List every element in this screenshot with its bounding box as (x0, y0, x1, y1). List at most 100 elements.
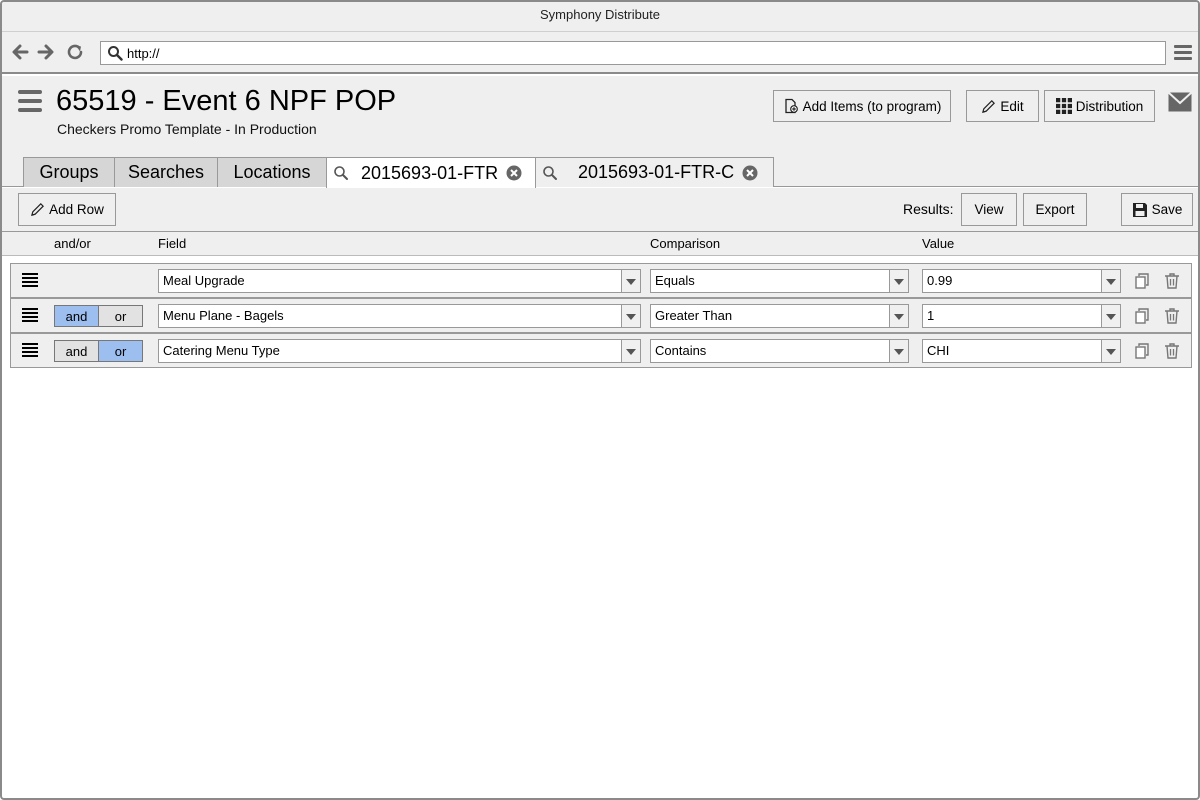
close-icon[interactable] (742, 165, 758, 181)
mail-icon[interactable] (1168, 92, 1192, 112)
window-title: Symphony Distribute (2, 2, 1198, 32)
field-select[interactable]: Menu Plane - Bagels (158, 304, 641, 328)
chevron-down-icon (1101, 305, 1120, 327)
add-items-label: Add Items (to program) (802, 98, 942, 114)
drag-handle-icon[interactable] (22, 343, 38, 358)
browser-toolbar (2, 32, 1198, 74)
back-arrow-icon[interactable] (10, 42, 30, 62)
chevron-down-icon (1101, 270, 1120, 292)
pencil-icon (31, 203, 45, 217)
column-header: and/or Field Comparison Value (2, 232, 1198, 256)
comparison-value: Greater Than (655, 308, 733, 323)
search-icon (334, 166, 348, 180)
floppy-disk-icon (1132, 202, 1147, 217)
trash-icon[interactable] (1163, 272, 1181, 290)
search-toolbar: Add Row Results: View Export Save (2, 188, 1198, 232)
chevron-down-icon (621, 270, 640, 292)
value-select[interactable]: 0.99 (922, 269, 1121, 293)
trash-icon[interactable] (1163, 342, 1181, 360)
col-field-header: Field (158, 236, 187, 251)
page-header: 65519 - Event 6 NPF POP Checkers Promo T… (2, 76, 1198, 188)
tab-label: 2015693-01-FTR-C (578, 162, 735, 182)
chevron-down-icon (621, 305, 640, 327)
app-window: Symphony Distribute 65519 - Event 6 NPF … (0, 0, 1200, 800)
tab-groups[interactable]: Groups (23, 157, 115, 187)
chevron-down-icon (889, 270, 908, 292)
and-or-toggle[interactable]: and or (54, 305, 143, 327)
view-button[interactable]: View (961, 193, 1017, 226)
results-label: Results: (903, 201, 954, 217)
export-button[interactable]: Export (1023, 193, 1087, 226)
view-label: View (974, 202, 1004, 217)
add-document-icon (784, 98, 798, 114)
field-value: Catering Menu Type (163, 343, 280, 358)
search-icon (543, 165, 557, 180)
field-select[interactable]: Meal Upgrade (158, 269, 641, 293)
tab-label: 2015693-01-FTR (361, 162, 499, 183)
tab-label: Groups (39, 162, 99, 182)
url-input[interactable] (127, 44, 1157, 62)
copy-icon[interactable] (1133, 342, 1151, 360)
criteria-row: and or Menu Plane - Bagels Greater Than … (10, 298, 1192, 333)
tab-search-2015693-01-FTR-C[interactable]: 2015693-01-FTR-C (535, 157, 774, 187)
trash-icon[interactable] (1163, 307, 1181, 325)
hamburger-menu-icon[interactable] (18, 90, 42, 112)
browser-menu-icon[interactable] (1174, 45, 1192, 61)
criteria-row: and or Catering Menu Type Contains CHI (10, 333, 1192, 368)
export-label: Export (1035, 202, 1075, 217)
value-value: CHI (927, 343, 950, 358)
save-button[interactable]: Save (1121, 193, 1193, 226)
tab-search-2015693-01-FTR[interactable]: 2015693-01-FTR (326, 157, 536, 188)
or-option[interactable]: or (99, 306, 142, 326)
field-value: Meal Upgrade (163, 273, 245, 288)
drag-handle-icon[interactable] (22, 273, 38, 288)
save-label: Save (1151, 202, 1183, 217)
distribution-button[interactable]: Distribution (1044, 90, 1155, 122)
field-value: Menu Plane - Bagels (163, 308, 284, 323)
and-option[interactable]: and (55, 341, 99, 361)
comparison-select[interactable]: Contains (650, 339, 909, 363)
distribution-label: Distribution (1075, 98, 1144, 114)
grid-icon (1055, 98, 1072, 114)
col-comparison-header: Comparison (650, 236, 721, 251)
value-value: 1 (927, 308, 935, 323)
add-row-label: Add Row (49, 202, 104, 217)
chevron-down-icon (889, 340, 908, 362)
chevron-down-icon (1101, 340, 1120, 362)
tab-label: Searches (127, 162, 205, 182)
edit-label: Edit (1000, 98, 1024, 114)
comparison-value: Contains (655, 343, 707, 358)
comparison-value: Equals (655, 273, 695, 288)
add-row-button[interactable]: Add Row (18, 193, 116, 226)
close-icon[interactable] (506, 165, 522, 181)
add-items-button[interactable]: Add Items (to program) (773, 90, 951, 122)
page-subtitle: Checkers Promo Template - In Production (57, 121, 317, 137)
pencil-icon (982, 99, 996, 113)
copy-icon[interactable] (1133, 307, 1151, 325)
or-option[interactable]: or (99, 341, 142, 361)
search-icon (108, 46, 123, 61)
drag-handle-icon[interactable] (22, 308, 38, 323)
edit-button[interactable]: Edit (966, 90, 1039, 122)
tab-locations[interactable]: Locations (217, 157, 327, 187)
chevron-down-icon (889, 305, 908, 327)
col-value-header: Value (922, 236, 955, 251)
criteria-row: Meal Upgrade Equals 0.99 (10, 263, 1192, 298)
address-bar[interactable] (100, 41, 1166, 65)
tab-searches[interactable]: Searches (114, 157, 218, 187)
value-value: 0.99 (927, 273, 953, 288)
value-select[interactable]: 1 (922, 304, 1121, 328)
comparison-select[interactable]: Equals (650, 269, 909, 293)
comparison-select[interactable]: Greater Than (650, 304, 909, 328)
page-title: 65519 - Event 6 NPF POP (56, 85, 397, 117)
value-select[interactable]: CHI (922, 339, 1121, 363)
field-select[interactable]: Catering Menu Type (158, 339, 641, 363)
copy-icon[interactable] (1133, 272, 1151, 290)
chevron-down-icon (621, 340, 640, 362)
and-option[interactable]: and (55, 306, 99, 326)
tab-label: Locations (233, 162, 311, 182)
forward-arrow-icon[interactable] (36, 42, 56, 62)
and-or-toggle[interactable]: and or (54, 340, 143, 362)
col-andor-header: and/or (54, 236, 91, 251)
reload-icon[interactable] (65, 42, 85, 62)
